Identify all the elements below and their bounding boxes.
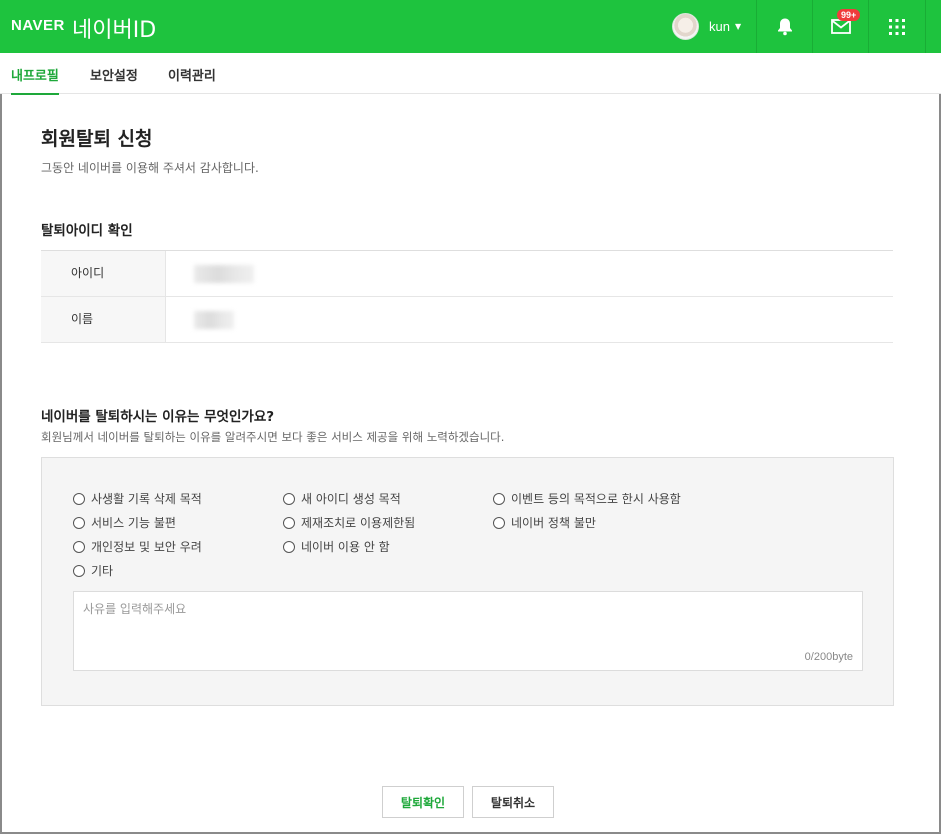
radio-icon[interactable]: [73, 492, 85, 505]
option-label: 이벤트 등의 목적으로 한시 사용함: [511, 492, 681, 506]
radio-icon[interactable]: [73, 564, 85, 577]
byte-counter: 0/200byte: [804, 651, 853, 663]
tab-history[interactable]: 이력관리: [168, 65, 216, 93]
reason-form-box: 사생활 기록 삭제 목적 새 아이디 생성 목적 이벤트 등의 목적으로 한시 …: [41, 457, 894, 706]
bell-icon: [778, 18, 792, 36]
notifications-button[interactable]: [756, 0, 813, 53]
id-section-title: 탈퇴아이디 확인: [41, 223, 133, 239]
page-title: 회원탈퇴 신청: [41, 128, 153, 150]
radio-icon[interactable]: [493, 516, 505, 529]
table-row: 이름: [41, 297, 893, 343]
reason-option-temporary-use[interactable]: 이벤트 등의 목적으로 한시 사용함: [493, 490, 681, 507]
radio-icon[interactable]: [283, 492, 295, 505]
reason-textarea[interactable]: 사유를 입력해주세요 0/200byte: [73, 591, 863, 671]
mail-count-badge: 99+: [837, 9, 861, 21]
option-label: 네이버 정책 불만: [511, 516, 596, 530]
tab-my-profile[interactable]: 내프로필: [11, 65, 59, 95]
name-value-redacted: [166, 297, 234, 342]
reason-option-not-using[interactable]: 네이버 이용 안 함: [283, 538, 390, 555]
radio-icon[interactable]: [493, 492, 505, 505]
option-label: 제재조치로 이용제한됨: [301, 516, 416, 530]
confirm-withdrawal-button[interactable]: 탈퇴확인: [382, 786, 464, 818]
reason-option-new-id[interactable]: 새 아이디 생성 목적: [283, 490, 401, 507]
option-label: 사생활 기록 삭제 목적: [91, 492, 202, 506]
reason-option-privacy[interactable]: 개인정보 및 보안 우려: [73, 538, 202, 555]
option-label: 개인정보 및 보안 우려: [91, 540, 202, 554]
reason-option-other[interactable]: 기타: [73, 562, 113, 579]
option-label: 새 아이디 생성 목적: [301, 492, 401, 506]
grid-icon: [889, 18, 905, 35]
reason-question-subtitle: 회원님께서 네이버를 탈퇴하는 이유를 알려주시면 보다 좋은 서비스 제공을 …: [41, 430, 505, 444]
cancel-withdrawal-button[interactable]: 탈퇴취소: [472, 786, 554, 818]
tab-bar: 내프로필 보안설정 이력관리: [0, 53, 941, 95]
top-navigation-bar: NAVER 네이버ID kun ▼ 99+: [0, 0, 941, 53]
id-label: 아이디: [41, 251, 166, 296]
name-label: 이름: [41, 297, 166, 342]
id-value-redacted: [166, 251, 254, 296]
profile-menu[interactable]: kun ▼: [672, 12, 742, 40]
avatar: [672, 12, 699, 40]
table-row: 아이디: [41, 251, 893, 297]
envelope-icon: [831, 19, 851, 34]
radio-icon[interactable]: [73, 540, 85, 553]
textarea-placeholder: 사유를 입력해주세요: [83, 602, 187, 616]
id-info-table: 아이디 이름: [41, 250, 893, 343]
radio-icon[interactable]: [283, 516, 295, 529]
apps-button[interactable]: [868, 0, 926, 53]
reason-question-title: 네이버를 탈퇴하시는 이유는 무엇인가요?: [41, 409, 275, 425]
username: kun: [709, 18, 730, 34]
service-title[interactable]: 네이버ID: [72, 12, 156, 44]
reason-option-inconvenient[interactable]: 서비스 기능 불편: [73, 514, 176, 531]
naver-logo[interactable]: NAVER: [11, 17, 65, 34]
reason-option-policy[interactable]: 네이버 정책 불만: [493, 514, 596, 531]
mail-button[interactable]: 99+: [812, 0, 869, 53]
reason-option-restricted[interactable]: 제재조치로 이용제한됨: [283, 514, 415, 531]
radio-icon[interactable]: [73, 516, 85, 529]
reason-option-delete-records[interactable]: 사생활 기록 삭제 목적: [73, 490, 202, 507]
option-label: 기타: [91, 564, 114, 578]
page-subtitle: 그동안 네이버를 이용해 주셔서 감사합니다.: [41, 161, 259, 175]
tab-security-settings[interactable]: 보안설정: [90, 65, 138, 93]
option-label: 네이버 이용 안 함: [301, 540, 390, 554]
radio-icon[interactable]: [283, 540, 295, 553]
caret-down-icon: ▼: [734, 21, 742, 31]
option-label: 서비스 기능 불편: [91, 516, 176, 530]
